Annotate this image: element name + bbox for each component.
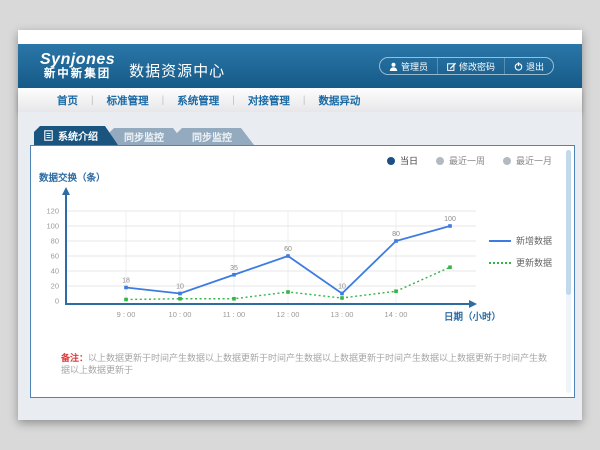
svg-text:11 : 00: 11 : 00 bbox=[223, 310, 245, 319]
radio-label: 当日 bbox=[400, 154, 418, 167]
edit-icon bbox=[447, 62, 456, 71]
content-area: 系统介绍 同步监控 同步监控 当日 最近一周 bbox=[18, 112, 582, 420]
tab-sync-monitor-1[interactable]: 同步监控 bbox=[108, 128, 186, 145]
dotted-line-icon bbox=[489, 262, 511, 264]
legend-label: 新增数据 bbox=[516, 234, 552, 247]
tab-label: 同步监控 bbox=[124, 129, 164, 144]
nav-item-system-mgmt[interactable]: 系统管理 bbox=[164, 93, 232, 108]
change-password-label: 修改密码 bbox=[459, 60, 495, 73]
svg-text:14 : 00: 14 : 00 bbox=[385, 310, 408, 319]
svg-text:日期（小时）: 日期（小时） bbox=[444, 311, 501, 323]
svg-text:35: 35 bbox=[230, 265, 238, 272]
radio-option-today[interactable]: 当日 bbox=[387, 154, 418, 167]
svg-text:100: 100 bbox=[444, 216, 456, 223]
svg-text:18: 18 bbox=[122, 278, 130, 285]
panel-scrollbar[interactable] bbox=[566, 150, 571, 393]
brand-logo-en: Synjones bbox=[40, 51, 115, 69]
svg-text:10 : 00: 10 : 00 bbox=[169, 310, 192, 319]
nav-item-standard-mgmt[interactable]: 标准管理 bbox=[94, 93, 162, 108]
user-button[interactable]: 管理员 bbox=[380, 58, 437, 74]
nav-item-home[interactable]: 首页 bbox=[44, 93, 91, 108]
app-header: Synjones 新中新集团 数据资源中心 管理员 修改密码 bbox=[18, 44, 582, 88]
tab-system-intro[interactable]: 系统介绍 bbox=[34, 126, 118, 145]
tab-label: 系统介绍 bbox=[58, 128, 98, 143]
svg-text:120: 120 bbox=[46, 207, 59, 216]
desktop-background: Synjones 新中新集团 数据资源中心 管理员 修改密码 bbox=[0, 0, 600, 450]
radio-selected-icon bbox=[387, 157, 395, 165]
brand-logo: Synjones 新中新集团 bbox=[40, 51, 115, 81]
svg-text:100: 100 bbox=[46, 222, 59, 231]
tab-bar: 系统介绍 同步监控 同步监控 bbox=[34, 126, 254, 145]
power-icon bbox=[514, 62, 523, 71]
app-window: Synjones 新中新集团 数据资源中心 管理员 修改密码 bbox=[18, 30, 582, 420]
svg-text:80: 80 bbox=[392, 231, 400, 238]
document-icon bbox=[44, 130, 53, 141]
svg-text:60: 60 bbox=[284, 246, 292, 253]
range-filter-group: 当日 最近一周 最近一月 bbox=[387, 154, 552, 167]
scrollbar-thumb[interactable] bbox=[566, 150, 571, 295]
chart-panel: 当日 最近一周 最近一月 数据交换（条） 0 20 40 60 80 100 120 9 : … bbox=[30, 145, 575, 398]
svg-text:40: 40 bbox=[51, 267, 59, 276]
logout-button[interactable]: 退出 bbox=[504, 58, 553, 74]
radio-unselected-icon bbox=[503, 157, 511, 165]
legend-item-updated-data: 更新数据 bbox=[489, 256, 552, 269]
page-title: 数据资源中心 bbox=[129, 60, 225, 81]
user-icon bbox=[389, 62, 398, 71]
brand-logo-cn: 新中新集团 bbox=[40, 68, 115, 81]
svg-text:80: 80 bbox=[51, 237, 59, 246]
svg-text:10: 10 bbox=[176, 284, 184, 291]
main-nav: 首页 | 标准管理 | 系统管理 | 对接管理 | 数据异动 bbox=[18, 88, 582, 112]
user-toolbar: 管理员 修改密码 退出 bbox=[379, 57, 554, 75]
radio-label: 最近一月 bbox=[516, 154, 552, 167]
nav-item-interface-mgmt[interactable]: 对接管理 bbox=[235, 93, 303, 108]
radio-option-last-month[interactable]: 最近一月 bbox=[503, 154, 552, 167]
legend-item-new-data: 新增数据 bbox=[489, 234, 552, 247]
svg-text:10: 10 bbox=[338, 284, 346, 291]
radio-label: 最近一周 bbox=[449, 154, 485, 167]
nav-item-data-change[interactable]: 数据异动 bbox=[305, 93, 373, 108]
svg-text:0: 0 bbox=[55, 297, 59, 306]
tab-label: 同步监控 bbox=[192, 129, 232, 144]
tab-sync-monitor-2[interactable]: 同步监控 bbox=[176, 128, 254, 145]
svg-text:9 : 00: 9 : 00 bbox=[117, 310, 136, 319]
y-axis-title: 数据交换（条） bbox=[39, 170, 106, 184]
footnote: 备注：以上数据更新于时间产生数据以上数据更新于时间产生数据以上数据更新于时间产生… bbox=[61, 353, 550, 376]
logout-label: 退出 bbox=[526, 60, 544, 73]
svg-text:20: 20 bbox=[51, 282, 59, 291]
change-password-button[interactable]: 修改密码 bbox=[437, 58, 504, 74]
radio-option-last-week[interactable]: 最近一周 bbox=[436, 154, 485, 167]
radio-unselected-icon bbox=[436, 157, 444, 165]
footnote-text: 以上数据更新于时间产生数据以上数据更新于时间产生数据以上数据更新于时间产生数据以… bbox=[61, 353, 547, 375]
solid-line-icon bbox=[489, 240, 511, 242]
chart-legend: 新增数据 更新数据 bbox=[489, 234, 552, 278]
svg-text:60: 60 bbox=[51, 252, 59, 261]
footnote-label: 备注： bbox=[61, 353, 88, 363]
user-label: 管理员 bbox=[401, 60, 428, 73]
svg-text:12 : 00: 12 : 00 bbox=[277, 310, 300, 319]
svg-text:13 : 00: 13 : 00 bbox=[331, 310, 354, 319]
legend-label: 更新数据 bbox=[516, 256, 552, 269]
